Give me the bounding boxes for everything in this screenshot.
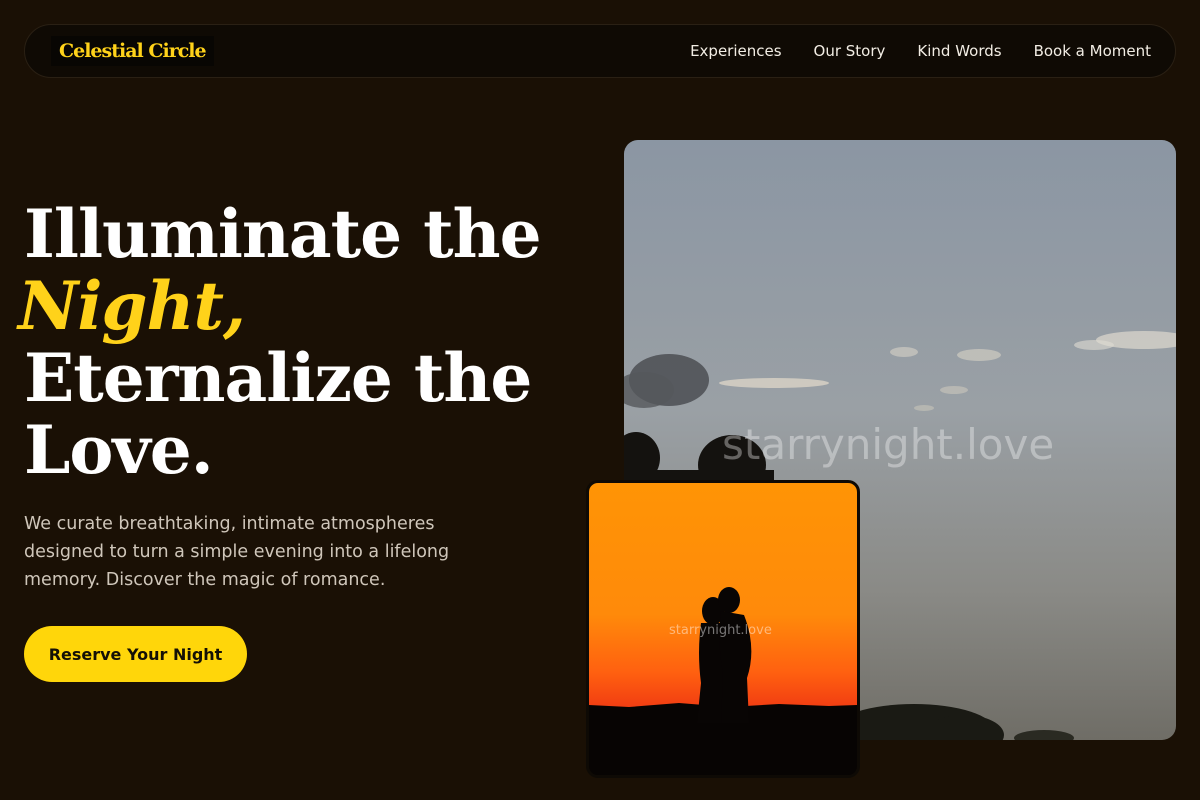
hero-title: Illuminate the Night, Eternalize the Lov… bbox=[18, 195, 584, 489]
navbar: Celestial Circle Experiences Our Story K… bbox=[24, 24, 1176, 78]
hero-title-line-1: Illuminate the bbox=[24, 195, 542, 273]
nav-links: Experiences Our Story Kind Words Book a … bbox=[690, 42, 1151, 60]
hero-title-accent: Night, bbox=[18, 267, 246, 345]
reserve-your-night-button[interactable]: Reserve Your Night bbox=[24, 626, 247, 682]
nav-link-our-story[interactable]: Our Story bbox=[814, 42, 886, 60]
hero-secondary-image: starrynight.love bbox=[586, 480, 860, 778]
hero-description: We curate breathtaking, intimate atmosph… bbox=[24, 514, 450, 590]
hero-title-line-4: Love. bbox=[24, 411, 214, 489]
small-image-watermark: starrynight.love bbox=[669, 623, 772, 638]
hero-title-line-3: Eternalize the bbox=[24, 339, 532, 417]
nav-link-book-a-moment[interactable]: Book a Moment bbox=[1034, 42, 1151, 60]
nav-link-experiences[interactable]: Experiences bbox=[690, 42, 781, 60]
main-image-watermark: starrynight.love bbox=[722, 420, 1055, 469]
brand-logo[interactable]: Celestial Circle bbox=[51, 36, 214, 66]
nav-link-kind-words[interactable]: Kind Words bbox=[917, 42, 1001, 60]
